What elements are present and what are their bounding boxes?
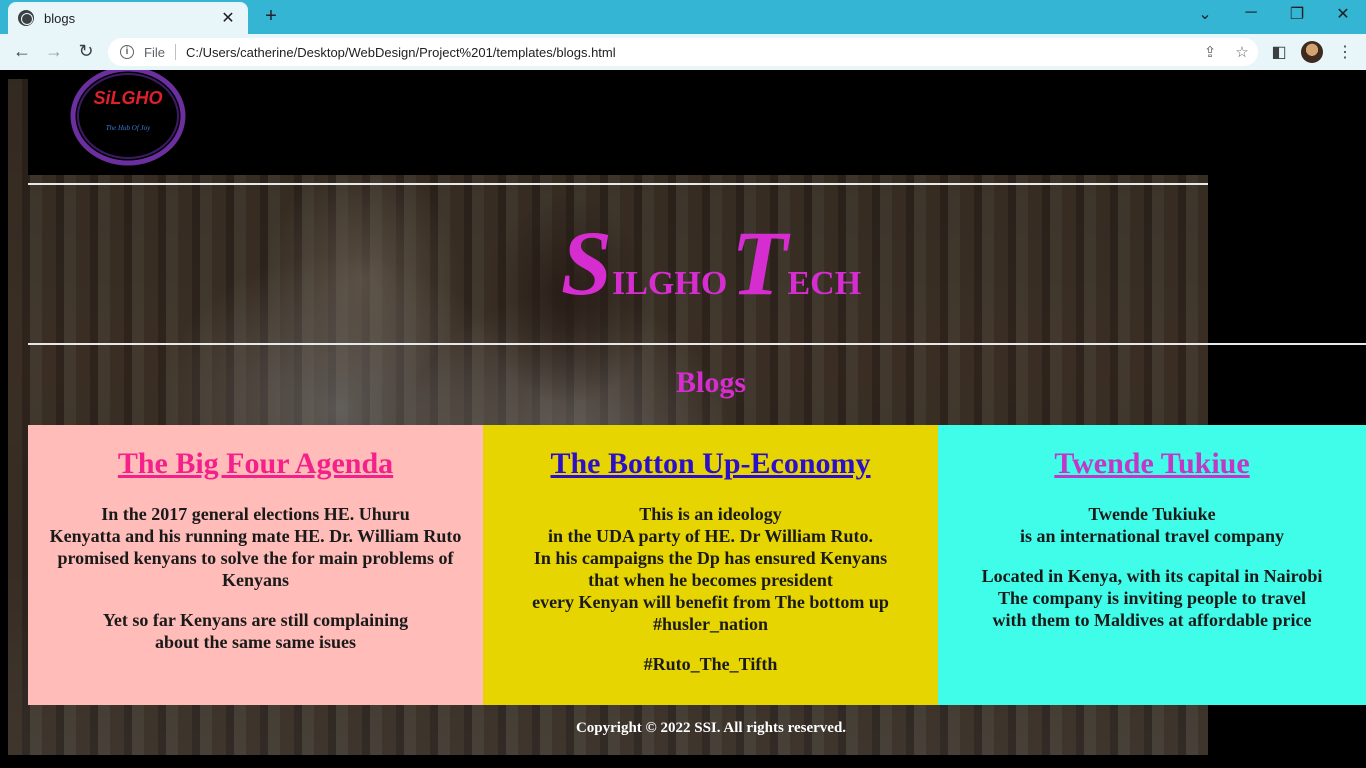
address-bar[interactable]: i File C:/Users/catherine/Desktop/WebDes… [108, 38, 1258, 66]
blog-text: Located in Kenya, with its capital in Na… [981, 566, 1323, 630]
tab-search-icon[interactable]: ⌄ [1190, 4, 1220, 24]
blogs-heading: Blogs [675, 366, 747, 399]
bottom-divider [28, 343, 1366, 345]
globe-icon [18, 10, 34, 26]
restore-icon[interactable]: ❐ [1282, 4, 1312, 24]
minimize-icon[interactable]: ─ [1236, 4, 1266, 22]
file-label: File [144, 44, 165, 60]
header-bar [28, 70, 1366, 175]
info-icon[interactable]: i [120, 45, 134, 59]
footer-copyright: Copyright © 2022 SSI. All rights reserve… [575, 720, 847, 736]
forward-icon[interactable]: → [42, 41, 66, 62]
menu-kebab-icon[interactable]: ⋮ [1334, 42, 1356, 62]
blog-link-big-four[interactable]: The Big Four Agenda [28, 447, 483, 481]
blog-link-twende-tukiue[interactable]: Twende Tukiue [938, 447, 1366, 481]
blog-card-bottom-up: The Botton Up-Economy This is an ideolog… [483, 425, 938, 705]
blog-text: This is an ideology in the UDA party of … [532, 504, 889, 634]
blog-text: In the 2017 general elections HE. Uhuru … [49, 504, 462, 590]
divider [174, 44, 176, 60]
share-icon[interactable]: ⇪ [1194, 43, 1226, 61]
browser-tab[interactable]: blogs ✕ [8, 2, 248, 34]
browser-toolbar: ← → ↻ i File C:/Users/catherine/Desktop/… [0, 34, 1366, 70]
blog-text: Yet so far Kenyans are still complaining… [102, 610, 409, 652]
close-window-icon[interactable]: ✕ [1328, 4, 1358, 24]
bookmark-star-icon[interactable]: ☆ [1226, 43, 1258, 61]
blog-text: #Ruto_The_Tifth [643, 654, 778, 674]
blog-link-bottom-up[interactable]: The Botton Up-Economy [483, 447, 938, 481]
reload-icon[interactable]: ↻ [74, 41, 98, 62]
blog-card-big-four: The Big Four Agenda In the 2017 general … [28, 425, 483, 705]
blog-text: Twende Tukiuke is an international trave… [1020, 504, 1284, 546]
svg-text:SiLGHO: SiLGHO [93, 88, 162, 108]
blog-card-twende-tukiue: Twende Tukiue Twende Tukiuke is an inter… [938, 425, 1366, 705]
svg-text:The Hub Of Joy: The Hub Of Joy [106, 124, 151, 132]
tab-title: blogs [44, 10, 76, 26]
url-text[interactable]: C:/Users/catherine/Desktop/WebDesign/Pro… [186, 45, 1194, 60]
top-divider [28, 183, 1366, 185]
tab-strip: blogs ✕ + ⌄ ─ ❐ ✕ [0, 0, 1366, 34]
close-tab-icon[interactable]: ✕ [218, 8, 238, 28]
profile-avatar[interactable] [1301, 41, 1323, 63]
web-page: SiLGHO The Hub Of Joy SILGHO TECH Blogs … [0, 70, 1366, 768]
site-logo[interactable]: SiLGHO The Hub Of Joy [68, 70, 188, 170]
side-panel-icon[interactable]: ◧ [1268, 42, 1290, 62]
back-icon[interactable]: ← [10, 41, 34, 62]
new-tab-button[interactable]: + [260, 5, 282, 28]
site-title: SILGHO TECH [560, 212, 862, 314]
blog-cards: The Big Four Agenda In the 2017 general … [28, 425, 1366, 705]
